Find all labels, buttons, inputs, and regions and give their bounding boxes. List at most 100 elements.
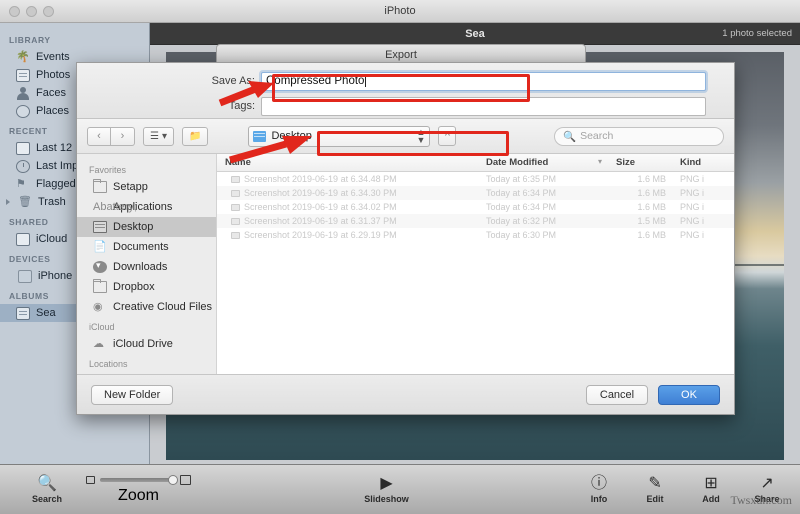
place-item-setapp[interactable]: Setapp bbox=[77, 177, 216, 197]
file-date-cell: Today at 6:32 PM bbox=[486, 216, 616, 226]
dialog-search-input[interactable]: 🔍 Search bbox=[554, 127, 724, 146]
sidebar-item-label: Last Imp bbox=[36, 160, 78, 172]
place-item-creative-cloud-files[interactable]: ◉ Creative Cloud Files bbox=[77, 297, 216, 317]
place-item-desktop[interactable]: Desktop bbox=[77, 217, 216, 237]
ok-button[interactable]: OK bbox=[658, 385, 720, 405]
folder-icon bbox=[93, 181, 107, 193]
file-list[interactable]: Name Date Modified ▾ Size Kind Screensho… bbox=[217, 154, 734, 374]
info-label: Info bbox=[591, 494, 608, 504]
play-circle-icon: ▶ bbox=[380, 476, 392, 492]
place-item-icloud-drive[interactable]: ☁ iCloud Drive bbox=[77, 334, 216, 354]
cancel-button[interactable]: Cancel bbox=[586, 385, 648, 405]
file-kind-cell: PNG i bbox=[680, 216, 734, 226]
place-label: iCloud Drive bbox=[113, 338, 173, 350]
cloud-icon: ☁ bbox=[93, 338, 107, 350]
add-button[interactable]: ⊞ Add bbox=[694, 476, 728, 504]
save-dialog-body: Favorites Setapp Abattery; Applications … bbox=[77, 154, 734, 374]
sidebar-item-label: Events bbox=[36, 51, 70, 63]
place-item-applications[interactable]: Abattery; Applications bbox=[77, 197, 216, 217]
column-header-name[interactable]: Name bbox=[217, 157, 486, 168]
site-watermark: Twsxdn.com bbox=[731, 493, 793, 508]
trash-icon: 🗑 bbox=[18, 196, 32, 209]
back-button[interactable]: ‹ bbox=[87, 127, 111, 146]
place-label: Creative Cloud Files bbox=[113, 301, 212, 313]
png-file-icon bbox=[231, 204, 240, 211]
sidebar-item-label: Faces bbox=[36, 87, 66, 99]
magnifier-icon: 🔍 bbox=[37, 476, 57, 492]
add-label: Add bbox=[702, 494, 720, 504]
zoom-label: Zoom bbox=[118, 487, 159, 505]
table-row[interactable]: Screenshot 2019-06-19 at 6.34.02 PM Toda… bbox=[217, 200, 734, 214]
png-file-icon bbox=[231, 232, 240, 239]
file-size-cell: 1.6 MB bbox=[616, 202, 680, 212]
column-header-date-modified[interactable]: Date Modified ▾ bbox=[486, 157, 616, 168]
small-thumbnail-icon bbox=[86, 476, 95, 484]
updown-stepper-icon[interactable]: ▲▼ bbox=[417, 128, 426, 144]
column-header-kind[interactable]: Kind bbox=[680, 157, 734, 168]
place-item-documents[interactable]: 📄 Documents bbox=[77, 237, 216, 257]
documents-icon: 📄 bbox=[93, 241, 107, 253]
new-folder-toolbar-button[interactable]: 📁 bbox=[182, 127, 208, 146]
destination-popup-button[interactable]: Desktop ▲▼ bbox=[248, 126, 430, 147]
chevron-up-icon: ^ bbox=[445, 131, 450, 142]
view-options-button[interactable]: ☰ ▾ bbox=[143, 127, 174, 146]
png-file-icon bbox=[231, 218, 240, 225]
png-file-icon bbox=[231, 190, 240, 197]
window-title: iPhoto bbox=[0, 5, 800, 17]
file-kind-cell: PNG i bbox=[680, 174, 734, 184]
zoom-slider-track[interactable] bbox=[100, 478, 175, 482]
content-header: Sea 1 photo selected bbox=[150, 23, 800, 45]
tags-row: Tags: bbox=[197, 95, 706, 117]
applications-icon: Abattery; bbox=[93, 201, 107, 213]
edit-button[interactable]: ✎ Edit bbox=[638, 476, 672, 504]
share-arrow-icon: ↗ bbox=[760, 476, 773, 492]
place-label: Desktop bbox=[113, 221, 153, 233]
search-button[interactable]: 🔍 Search bbox=[30, 476, 64, 504]
place-item-downloads[interactable]: Downloads bbox=[77, 257, 216, 277]
tags-input[interactable] bbox=[261, 97, 706, 116]
save-dialog: Save As: Compressed Photo Tags: ‹ › bbox=[76, 62, 735, 415]
bottom-toolbar: 🔍 Search Zoom ▶ Slideshow bbox=[0, 464, 800, 514]
file-kind-cell: PNG i bbox=[680, 230, 734, 240]
search-label: Search bbox=[32, 494, 62, 504]
new-folder-button[interactable]: New Folder bbox=[91, 385, 173, 405]
save-as-input[interactable]: Compressed Photo bbox=[261, 72, 706, 91]
table-row[interactable]: Screenshot 2019-06-19 at 6.29.19 PM Toda… bbox=[217, 228, 734, 242]
flag-icon: ⚑ bbox=[16, 178, 30, 191]
place-item-dropbox[interactable]: Dropbox bbox=[77, 277, 216, 297]
place-label: Setapp bbox=[113, 181, 148, 193]
downloads-icon bbox=[93, 261, 107, 273]
selection-status: 1 photo selected bbox=[722, 28, 792, 39]
table-row[interactable]: Screenshot 2019-06-19 at 6.34.30 PM Toda… bbox=[217, 186, 734, 200]
column-header-size[interactable]: Size bbox=[616, 157, 680, 168]
table-row[interactable]: Screenshot 2019-06-19 at 6.31.37 PM Toda… bbox=[217, 214, 734, 228]
nav-buttons[interactable]: ‹ › bbox=[87, 127, 135, 146]
save-dialog-toolbar: ‹ › ☰ ▾ 📁 Desktop ▲▼ ^ bbox=[77, 119, 734, 154]
forward-button[interactable]: › bbox=[111, 127, 135, 146]
table-row[interactable]: Screenshot 2019-06-19 at 6.34.48 PM Toda… bbox=[217, 172, 734, 186]
slideshow-button[interactable]: ▶ Slideshow bbox=[364, 476, 409, 504]
info-button[interactable]: ⓘ Info bbox=[582, 476, 616, 504]
zoom-slider[interactable] bbox=[86, 475, 191, 485]
file-name-cell: Screenshot 2019-06-19 at 6.34.48 PM bbox=[217, 174, 486, 184]
face-icon bbox=[16, 87, 30, 100]
places-sidebar: Favorites Setapp Abattery; Applications … bbox=[77, 154, 217, 374]
info-circle-icon: ⓘ bbox=[591, 476, 607, 492]
file-name-text: Screenshot 2019-06-19 at 6.29.19 PM bbox=[244, 230, 397, 240]
zoom-slider-knob[interactable] bbox=[168, 475, 178, 485]
file-date-cell: Today at 6:34 PM bbox=[486, 202, 616, 212]
save-as-label: Save As: bbox=[197, 75, 261, 87]
slideshow-label: Slideshow bbox=[364, 494, 409, 504]
png-file-icon bbox=[231, 176, 240, 183]
file-name-text: Screenshot 2019-06-19 at 6.34.30 PM bbox=[244, 188, 397, 198]
disclosure-triangle-icon[interactable] bbox=[6, 199, 10, 205]
expand-collapse-button[interactable]: ^ bbox=[438, 126, 456, 146]
destination-value: Desktop bbox=[271, 130, 311, 142]
places-header-icloud: iCloud bbox=[77, 317, 216, 334]
text-caret bbox=[365, 75, 366, 87]
album-icon bbox=[16, 307, 30, 320]
file-name-cell: Screenshot 2019-06-19 at 6.34.02 PM bbox=[217, 202, 486, 212]
zoom-control[interactable]: Zoom bbox=[86, 475, 191, 505]
places-header-favorites: Favorites bbox=[77, 160, 216, 177]
sidebar-item-label: iCloud bbox=[36, 233, 67, 245]
